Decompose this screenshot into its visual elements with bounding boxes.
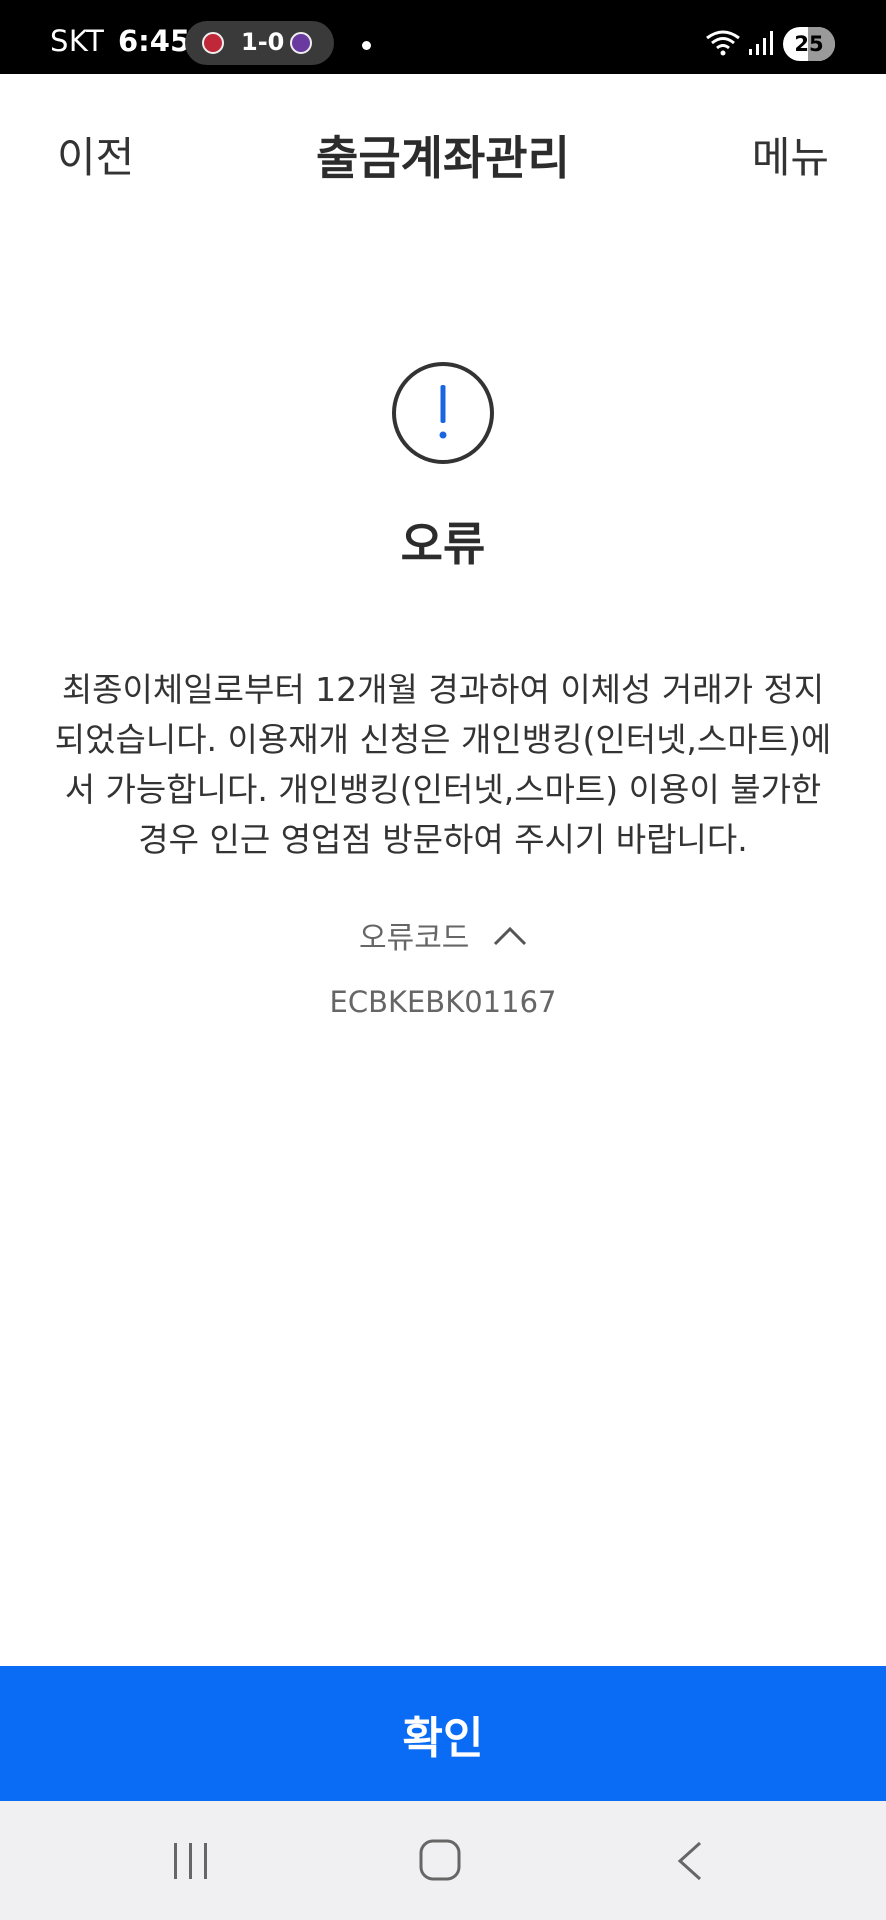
confirm-button[interactable]: 확인 — [0, 1666, 886, 1801]
system-nav-bar — [0, 1801, 886, 1920]
score-text: 1-0 — [241, 28, 285, 56]
carrier-label: SKT — [50, 24, 105, 58]
notification-dot-icon — [362, 41, 371, 50]
menu-button[interactable]: 메뉴 — [752, 124, 829, 185]
back-icon[interactable] — [672, 1839, 706, 1883]
chevron-up-icon — [493, 926, 527, 946]
wifi-icon — [706, 30, 740, 56]
error-code-value: ECBKEBK01167 — [329, 985, 557, 1019]
battery-indicator: 25 — [783, 27, 835, 61]
recents-icon[interactable] — [171, 1839, 211, 1883]
error-message: 최종이체일로부터 12개월 경과하여 이체성 거래가 정지되었습니다. 이용재개… — [54, 670, 832, 859]
status-bar: SKT 6:45 1-0 25 — [0, 0, 886, 74]
alert-icon — [392, 362, 494, 464]
clock: 6:45 — [118, 24, 191, 58]
team-logo-icon — [290, 32, 312, 54]
dialog-title: 오류 — [400, 517, 486, 571]
app-header: 이전 출금계좌관리 메뉴 — [0, 74, 886, 234]
battery-level: 25 — [794, 32, 824, 56]
home-icon[interactable] — [418, 1838, 462, 1882]
error-code-toggle[interactable]: 오류코드 — [353, 913, 533, 963]
team-logo-icon — [202, 32, 224, 54]
live-score-pill[interactable]: 1-0 — [185, 21, 334, 65]
error-code-label: 오류코드 — [359, 921, 470, 956]
signal-icon — [749, 31, 773, 55]
